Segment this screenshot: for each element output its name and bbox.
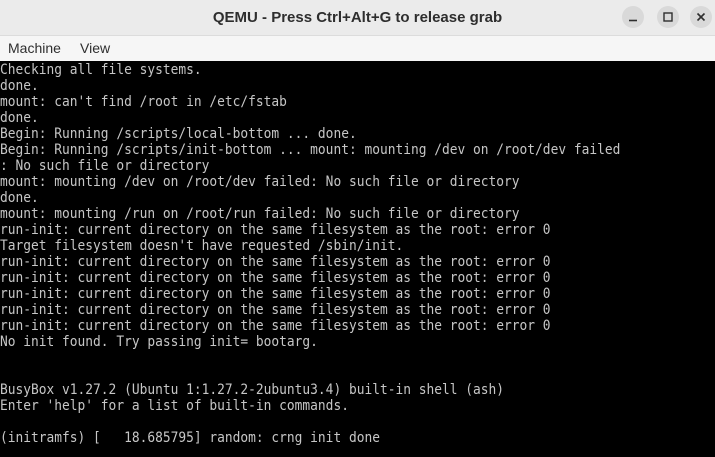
window-title: QEMU - Press Ctrl+Alt+G to release grab	[212, 9, 503, 26]
console-line: Checking all file systems.	[0, 62, 202, 78]
console-line: Target filesystem doesn't have requested…	[0, 238, 404, 254]
maximize-icon	[663, 12, 673, 22]
console-line: No init found. Try passing init= bootarg…	[0, 334, 318, 350]
console-line: Begin: Running /scripts/local-bottom ...…	[0, 126, 357, 142]
console-line: mount: mounting /dev on /root/dev failed…	[0, 174, 520, 190]
console-line: done.	[0, 190, 39, 206]
console-line: run-init: current directory on the same …	[0, 286, 551, 302]
console-line: mount: can't find /root in /etc/fstab	[0, 94, 287, 110]
console-line: Begin: Running /scripts/init-bottom ... …	[0, 142, 621, 158]
console-line: run-init: current directory on the same …	[0, 254, 551, 270]
title-bar[interactable]: QEMU - Press Ctrl+Alt+G to release grab	[0, 0, 715, 36]
minimize-button[interactable]	[622, 6, 644, 28]
maximize-button[interactable]	[657, 6, 679, 28]
console-line: run-init: current directory on the same …	[0, 302, 551, 318]
console-line: run-init: current directory on the same …	[0, 222, 551, 238]
console-line: mount: mounting /run on /root/run failed…	[0, 206, 520, 222]
minimize-icon	[629, 19, 637, 22]
qemu-window: QEMU - Press Ctrl+Alt+G to release grab …	[0, 0, 715, 457]
menu-bar: Machine View	[0, 36, 715, 61]
close-button[interactable]	[690, 6, 712, 28]
console-line: Enter 'help' for a list of built-in comm…	[0, 398, 349, 414]
console-line: done.	[0, 78, 39, 94]
console-screen[interactable]: Checking all file systems. done. mount: …	[0, 61, 715, 457]
console-line: run-init: current directory on the same …	[0, 270, 551, 286]
console-line: BusyBox v1.27.2 (Ubuntu 1:1.27.2-2ubuntu…	[0, 382, 505, 398]
menu-view[interactable]: View	[80, 36, 110, 61]
console-line: done.	[0, 110, 39, 126]
console-line: : No such file or directory	[0, 158, 210, 174]
close-icon	[696, 12, 706, 22]
console-prompt-line: (initramfs) [ 18.685795] random: crng in…	[0, 430, 380, 446]
console-line: run-init: current directory on the same …	[0, 318, 551, 334]
menu-machine[interactable]: Machine	[8, 36, 61, 61]
